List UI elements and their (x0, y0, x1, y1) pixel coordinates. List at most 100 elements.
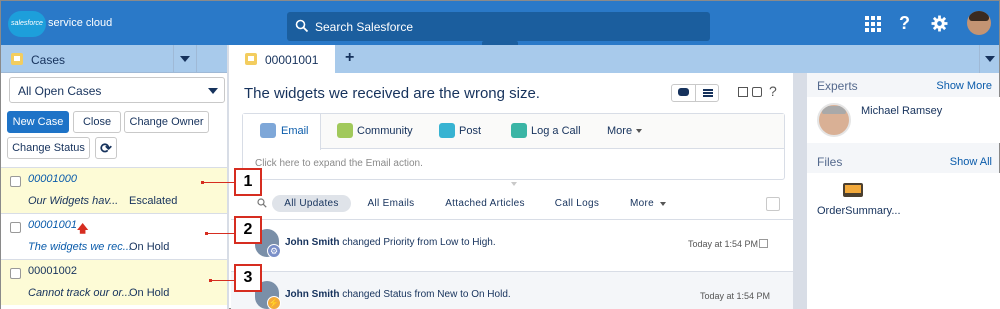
app-launcher-icon[interactable] (865, 16, 881, 32)
feed-text: John Smith changed Status from New to On… (285, 289, 511, 300)
case-checkbox[interactable] (10, 176, 21, 187)
sidebar-title: Cases (31, 53, 66, 67)
files-header: Files Show All (807, 149, 1000, 173)
filter-all-updates[interactable]: All Updates (272, 195, 351, 212)
feed-user[interactable]: John Smith (285, 237, 339, 248)
feed-user[interactable]: John Smith (285, 289, 339, 300)
tab-more[interactable]: More (599, 114, 645, 149)
list-view-select[interactable]: All Open Cases (9, 77, 225, 103)
salesforce-logo[interactable]: salesforce (8, 11, 46, 37)
case-checkbox[interactable] (10, 222, 21, 233)
tab-log-a-call[interactable]: Log a Call (503, 114, 585, 149)
help-icon[interactable]: ? (769, 83, 777, 99)
show-all-link[interactable]: Show All (950, 156, 992, 168)
file-name[interactable]: OrderSummary... (817, 205, 901, 217)
search-icon (295, 19, 309, 33)
change-owner-button[interactable]: Change Owner (124, 111, 209, 133)
feed-filters: All Updates All Emails Attached Articles… (231, 191, 793, 215)
feed-action: changed Priority from Low to High. (342, 237, 496, 248)
experts-header: Experts Show More (807, 73, 1000, 97)
case-subject: Our Widgets hav... (28, 195, 119, 207)
printable-view-icon[interactable] (738, 87, 748, 97)
tab-overflow-button[interactable] (979, 45, 999, 73)
chevron-down-icon (660, 202, 666, 206)
close-button[interactable]: Close (73, 111, 121, 133)
tab-community[interactable]: Community (329, 114, 417, 149)
feed-item: ⚙ John Smith changed Priority from Low t… (231, 219, 793, 271)
panel-divider[interactable] (794, 73, 807, 309)
case-number-link[interactable]: 00001000 (28, 173, 77, 185)
filter-more[interactable]: More (627, 195, 657, 212)
tab-post[interactable]: Post (431, 114, 487, 149)
case-row[interactable]: 00001001 🡅 The widgets we rec... On Hold (1, 213, 227, 259)
tab-case-00001001[interactable]: 00001001 (231, 45, 335, 73)
filter-attached-articles[interactable]: Attached Articles (441, 195, 529, 212)
list-view-label: All Open Cases (18, 84, 102, 98)
feed-view-button[interactable] (672, 85, 696, 101)
expert-name[interactable]: Michael Ramsey (861, 105, 942, 117)
callout-line (208, 233, 234, 234)
avatar[interactable] (817, 103, 851, 137)
change-status-button[interactable]: Change Status (7, 137, 90, 159)
sidebar-right: Experts Show More Michael Ramsey Files S… (793, 73, 1000, 309)
sidebar-header: Cases (1, 45, 227, 73)
case-row[interactable]: 00001002 Cannot track our or... On Hold (1, 259, 227, 305)
callout-2: 2 (234, 216, 262, 244)
case-status: Escalated (129, 195, 178, 207)
callout-line (212, 280, 234, 281)
refresh-icon[interactable]: ⟳ (95, 137, 117, 159)
filter-call-logs[interactable]: Call Logs (551, 195, 603, 212)
add-tab-icon[interactable]: + (345, 49, 354, 67)
tab-email[interactable]: Email (243, 114, 321, 150)
callout-3: 3 (234, 264, 262, 292)
case-row[interactable]: 00001000 Our Widgets hav... Escalated (1, 167, 227, 213)
expert-card: Michael Ramsey (807, 97, 1000, 143)
cases-icon (11, 53, 23, 65)
case-checkbox[interactable] (10, 268, 21, 279)
feed-timestamp: Today at 1:54 PM (688, 239, 759, 249)
global-search[interactable]: Search Salesforce (287, 12, 710, 41)
help-icon[interactable]: ? (899, 13, 910, 33)
tab-post-label: Post (459, 125, 482, 137)
page-title: The widgets we received are the wrong si… (244, 85, 540, 102)
callout-1: 1 (234, 168, 262, 196)
experts-title: Experts (817, 79, 858, 93)
files-title: Files (817, 155, 843, 169)
lightning-badge-icon: ⚡ (267, 296, 281, 309)
collapse-handle-icon[interactable] (511, 182, 517, 186)
tab-more-label: More (607, 125, 633, 137)
feed-text: John Smith changed Priority from Low to … (285, 237, 496, 248)
chevron-down-icon (208, 88, 218, 94)
feed-item-menu[interactable] (759, 239, 768, 248)
view-toggle[interactable] (671, 84, 719, 102)
filter-all-emails[interactable]: All Emails (363, 195, 419, 212)
search-icon[interactable] (257, 198, 267, 208)
chevron-down-icon (636, 129, 642, 133)
case-detail: The widgets we received are the wrong si… (231, 73, 793, 309)
case-subject[interactable]: The widgets we rec... (28, 241, 132, 253)
show-more-link[interactable]: Show More (936, 80, 992, 92)
cases-sidebar: Cases All Open Cases New Case Close Chan… (1, 45, 229, 309)
image-file-icon[interactable] (843, 183, 863, 197)
search-placeholder: Search Salesforce (315, 20, 414, 34)
case-number-link[interactable]: 00001001 (28, 219, 77, 231)
case-status: On Hold (129, 287, 170, 299)
sidebar-menu-button[interactable] (173, 45, 197, 73)
feed-filter-icon[interactable] (766, 197, 780, 211)
new-case-button[interactable]: New Case (7, 111, 69, 133)
gear-badge-icon: ⚙ (267, 244, 281, 258)
email-icon (260, 123, 276, 138)
print-icon[interactable] (752, 87, 762, 97)
post-icon (439, 123, 455, 138)
case-status: On Hold (129, 241, 170, 253)
expand-email-hint[interactable]: Click here to expand the Email action. (255, 158, 423, 169)
list-view-icon[interactable] (703, 89, 713, 97)
case-number-link[interactable]: 00001002 (28, 265, 77, 277)
tab-label: 00001001 (265, 53, 319, 67)
gear-icon[interactable] (931, 15, 948, 32)
user-avatar[interactable] (967, 11, 991, 35)
tab-email-label: Email (281, 125, 309, 137)
feed-item: ⚡ John Smith changed Status from New to … (231, 271, 793, 309)
publisher-tabs: Email Community Post Log a Call More (243, 114, 784, 150)
callout-line (204, 182, 234, 183)
